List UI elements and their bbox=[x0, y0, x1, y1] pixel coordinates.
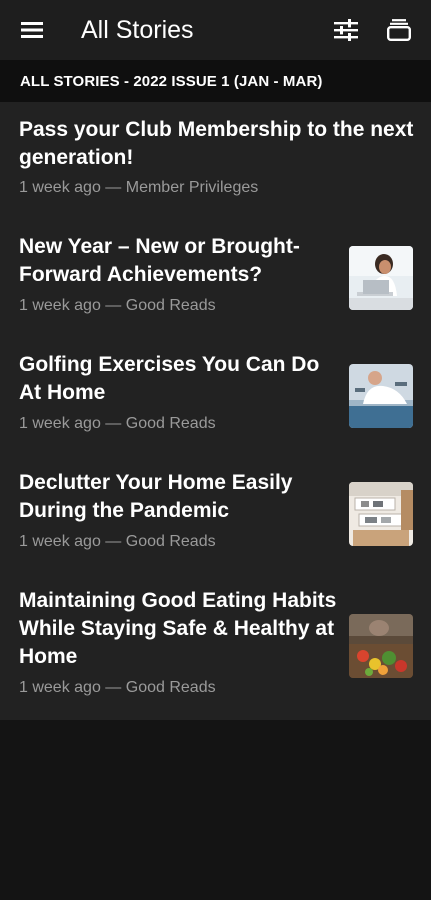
story-category: Good Reads bbox=[125, 679, 216, 696]
story-category: Good Reads bbox=[125, 297, 216, 314]
story-title: Maintaining Good Eating Habits While Sta… bbox=[19, 589, 337, 668]
story-title: Declutter Your Home Easily During the Pa… bbox=[19, 471, 293, 522]
empty-background bbox=[0, 720, 431, 900]
story-meta: 1 week ago — Good Reads bbox=[19, 414, 216, 434]
story-title: Golfing Exercises You Can Do At Home bbox=[19, 353, 320, 404]
story-time: 1 week ago bbox=[19, 415, 101, 432]
story-time: 1 week ago bbox=[19, 533, 101, 550]
story-title: New Year – New or Brought-Forward Achiev… bbox=[19, 235, 300, 286]
story-separator: — bbox=[105, 415, 122, 432]
app-bar: All Stories bbox=[0, 0, 431, 60]
sliders-filter-icon[interactable] bbox=[326, 10, 366, 50]
man-exercising-thumbnail[interactable] bbox=[349, 364, 413, 428]
stories-list: Pass your Club Membership to the next ge… bbox=[0, 102, 431, 720]
app-screen: All Stories ALL STORIES - 2022 ISSUE 1 (… bbox=[0, 0, 431, 900]
story-separator: — bbox=[105, 179, 122, 196]
story-time: 1 week ago bbox=[19, 297, 101, 314]
story-separator: — bbox=[105, 679, 122, 696]
page-title: All Stories bbox=[81, 16, 194, 44]
story-time: 1 week ago bbox=[19, 179, 101, 196]
story-time: 1 week ago bbox=[19, 679, 101, 696]
story-separator: — bbox=[105, 297, 122, 314]
vegetables-kitchen-thumbnail[interactable] bbox=[349, 614, 413, 678]
story-meta: 1 week ago — Good Reads bbox=[19, 678, 216, 698]
story-item[interactable]: Maintaining Good Eating Habits While Sta… bbox=[0, 574, 431, 720]
stacked-cards-icon[interactable] bbox=[379, 10, 419, 50]
story-item[interactable]: New Year – New or Brought-Forward Achiev… bbox=[0, 220, 431, 338]
woman-at-laptop-thumbnail[interactable] bbox=[349, 246, 413, 310]
story-item[interactable]: Pass your Club Membership to the next ge… bbox=[0, 102, 431, 220]
story-separator: — bbox=[105, 533, 122, 550]
story-meta: 1 week ago — Good Reads bbox=[19, 296, 216, 316]
story-item[interactable]: Declutter Your Home Easily During the Pa… bbox=[0, 456, 431, 574]
story-meta: 1 week ago — Member Privileges bbox=[19, 178, 258, 198]
story-item[interactable]: Golfing Exercises You Can Do At Home 1 w… bbox=[0, 338, 431, 456]
issue-section-heading: ALL STORIES - 2022 ISSUE 1 (JAN - MAR) bbox=[20, 72, 323, 90]
story-category: Good Reads bbox=[125, 533, 216, 550]
story-category: Member Privileges bbox=[125, 179, 259, 196]
issue-section-header: ALL STORIES - 2022 ISSUE 1 (JAN - MAR) bbox=[0, 60, 431, 102]
story-title: Pass your Club Membership to the next ge… bbox=[19, 118, 414, 169]
hamburger-menu-icon[interactable] bbox=[12, 10, 52, 50]
storage-drawers-thumbnail[interactable] bbox=[349, 482, 413, 546]
story-meta: 1 week ago — Good Reads bbox=[19, 532, 216, 552]
story-category: Good Reads bbox=[125, 415, 216, 432]
